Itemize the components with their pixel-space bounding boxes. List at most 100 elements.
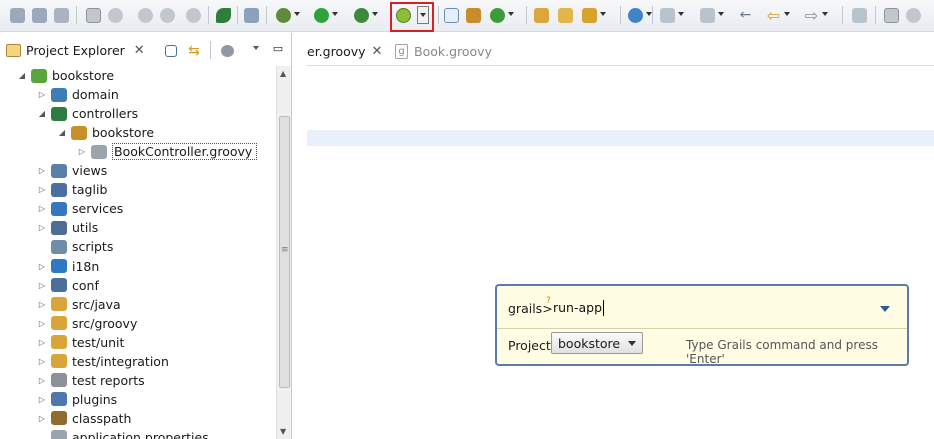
tree-item[interactable]: ▷ plugins [36,390,117,409]
collapsed-arrow-icon[interactable]: ▷ [36,376,48,385]
tree-item[interactable]: ▷ src/groovy [36,314,137,333]
new-file-icon[interactable] [444,6,459,24]
web-icon[interactable] [244,6,259,24]
refresh-icon[interactable] [490,6,514,24]
tree-item[interactable]: ◢ bookstore [16,66,114,85]
globe-icon[interactable] [628,6,652,24]
tree-item[interactable]: ▷ src/java [36,295,121,314]
plugins-icon [51,392,67,407]
back-icon[interactable]: ⇦ [766,6,790,25]
spring-icon[interactable] [216,6,231,24]
history-dropdown-icon[interactable] [880,306,890,312]
tree-item-label: controllers [72,106,139,122]
tree-item[interactable]: ▷ views [36,161,107,180]
new-folder-icon[interactable] [466,6,481,24]
tab-book-groovy[interactable]: g Book.groovy [395,37,492,65]
views-icon [51,163,67,178]
vertical-scrollbar[interactable]: ▲ ≡ ▼ [276,66,291,439]
minimize-icon[interactable]: ▭ [272,39,284,57]
tree-item[interactable]: ▷ taglib [36,180,107,199]
tree-item-label: application.properties [72,429,209,439]
expanded-arrow-icon[interactable]: ◢ [16,71,28,80]
collapsed-arrow-icon[interactable]: ▷ [36,185,48,194]
collapsed-arrow-icon[interactable]: ▷ [36,204,48,213]
scroll-thumb[interactable]: ≡ [279,116,290,388]
text-caret [603,300,604,316]
save-all-icon[interactable] [32,6,47,24]
new-package-icon[interactable] [138,6,153,24]
main-toolbar: ← ⇦ ⇨ [0,0,934,32]
tree-item[interactable]: scripts [36,237,113,256]
annotation-icon[interactable] [660,6,684,24]
expanded-arrow-icon[interactable]: ◢ [36,109,48,118]
tree-item[interactable]: ▷ utils [36,218,98,237]
tree-item[interactable]: ▷ services [36,199,123,218]
tree-item[interactable]: ▷ test/unit [36,333,125,352]
forward-icon[interactable]: ⇨ [804,6,828,25]
tree-item[interactable]: ▷ classpath [36,409,132,428]
collapsed-arrow-icon[interactable]: ▷ [36,90,48,99]
controllers-icon [51,106,67,121]
run-icon[interactable] [314,6,338,24]
tree-item[interactable]: ▷ domain [36,85,119,104]
utils-icon [51,220,67,235]
new-groovy-icon[interactable] [186,6,201,24]
collapsed-arrow-icon[interactable]: ▷ [36,262,48,271]
expanded-arrow-icon[interactable]: ◢ [56,128,68,137]
collapsed-arrow-icon[interactable]: ▷ [36,223,48,232]
tab-book-controller[interactable]: er.groovy ✕ [307,37,382,65]
chevron-down-icon[interactable] [250,39,262,57]
command-input[interactable] [553,296,853,318]
tree-item[interactable]: ▷ test/integration [36,352,169,371]
tree-item[interactable]: ◢ controllers [36,104,138,123]
domain-icon [51,87,67,102]
collapsed-arrow-icon[interactable]: ▷ [36,281,48,290]
maximize-icon[interactable] [884,6,899,24]
next-annotation-icon[interactable] [700,6,724,24]
collapsed-arrow-icon[interactable]: ▷ [36,395,48,404]
pin-editor-icon[interactable] [852,6,867,24]
toolbar-separator [208,6,209,24]
tree-item[interactable]: ▷ i18n [36,257,99,276]
grails-new-project-icon[interactable] [86,6,101,24]
save-icon[interactable] [10,6,25,24]
open-folder-icon[interactable] [534,6,549,24]
collapse-all-icon[interactable] [164,42,178,60]
open-file-icon[interactable] [558,6,573,24]
tab-label: Book.groovy [414,43,492,59]
scroll-down-icon[interactable]: ▼ [280,427,286,436]
tree-item[interactable]: application.properties [36,428,209,439]
tree-item[interactable]: ▷ test reports [36,371,145,390]
pin-view-icon[interactable] [906,6,921,24]
current-line-highlight [307,130,934,146]
tree-item[interactable]: ▷ BookController.groovy [76,142,258,161]
collapsed-arrow-icon[interactable]: ▷ [36,338,48,347]
tree-item[interactable]: ◢ bookstore [56,123,154,142]
reports-icon [51,373,67,388]
tree-item-label: bookstore [92,125,155,141]
collapsed-arrow-icon[interactable]: ▷ [36,357,48,366]
collapsed-arrow-icon[interactable]: ▷ [36,414,48,423]
properties-file-icon [51,430,67,439]
collapsed-arrow-icon[interactable]: ▷ [76,147,88,156]
project-select[interactable]: bookstore [551,332,643,354]
pin-icon[interactable] [108,6,123,24]
scroll-up-icon[interactable]: ▲ [280,69,286,78]
print-icon[interactable] [54,6,69,24]
collapsed-arrow-icon[interactable]: ▷ [36,319,48,328]
search-icon[interactable] [582,6,606,24]
collapsed-arrow-icon[interactable]: ▷ [36,300,48,309]
left-arrow-icon[interactable]: ← [738,6,753,24]
collapsed-arrow-icon[interactable]: ▷ [36,166,48,175]
external-tools-icon[interactable] [354,6,378,24]
debug-icon[interactable] [276,6,300,24]
view-menu-icon[interactable] [220,42,234,60]
conf-icon [51,278,67,293]
close-icon[interactable]: ✕ [134,43,145,58]
tree-item-label: test reports [72,372,145,388]
new-class-icon[interactable] [160,6,175,24]
close-icon[interactable]: ✕ [372,44,383,59]
tree-item[interactable]: ▷ conf [36,276,99,295]
project-explorer-tab[interactable]: Project Explorer ✕ [0,38,151,62]
link-with-editor-icon[interactable]: ⇆ [187,42,201,60]
